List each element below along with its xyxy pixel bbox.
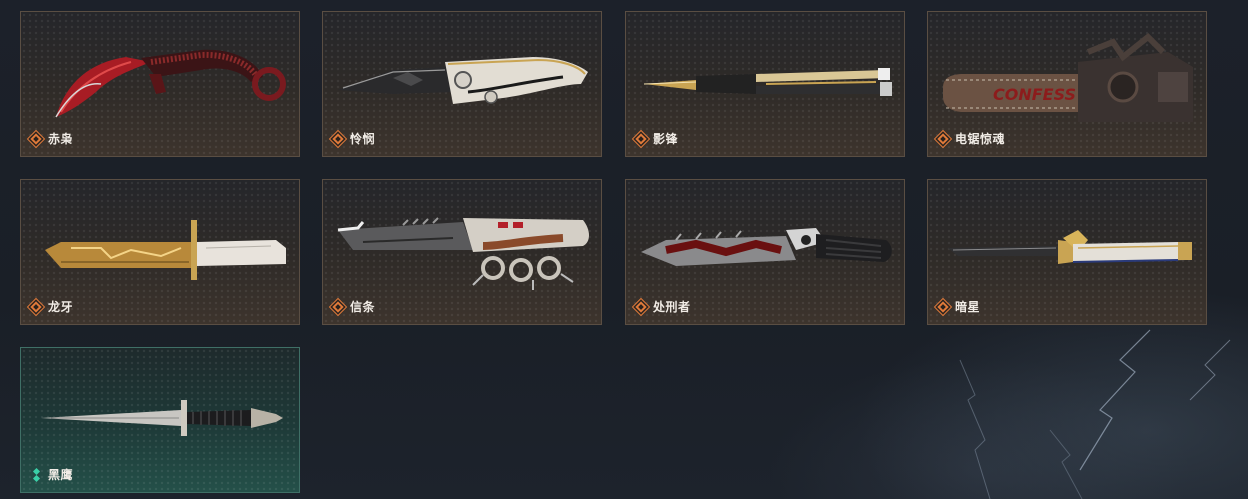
item-label: 赤枭	[30, 130, 73, 147]
item-name: 龙牙	[48, 300, 74, 314]
karambit-knife-icon	[55, 49, 286, 118]
stiletto-knife-icon	[948, 230, 1192, 264]
rarity-orange-icon	[332, 300, 344, 313]
bayonet-knife-icon	[45, 220, 286, 280]
item-label: 龙牙	[30, 298, 73, 315]
item-label: 处刑者	[635, 298, 691, 315]
rarity-orange-icon	[937, 300, 949, 313]
knife-card-7[interactable]: 处刑者	[625, 179, 905, 325]
item-name: 影锋	[653, 132, 679, 146]
folding-knife-icon	[338, 57, 588, 104]
butterfly-knife-icon	[643, 68, 892, 96]
item-name: 赤枭	[48, 132, 74, 146]
knife-card-5[interactable]: 龙牙	[20, 179, 300, 325]
rarity-orange-icon	[635, 132, 647, 145]
knife-collection-screen: 赤枭 怜悯 影锋 CONFESS 电锯惊魂 龙牙 信条 处刑者 暗星 黑鹰	[0, 0, 1248, 499]
item-label: 信条	[332, 298, 375, 315]
item-label: 影锋	[635, 130, 678, 147]
knuckle-knife-icon	[337, 217, 589, 290]
knife-card-4[interactable]: CONFESS 电锯惊魂	[927, 11, 1207, 157]
executioner-knife-icon	[641, 228, 892, 266]
item-name: 怜悯	[350, 132, 376, 146]
rarity-orange-icon	[30, 132, 42, 145]
item-name: 信条	[350, 300, 376, 314]
item-name: 电锯惊魂	[955, 132, 1006, 146]
svg-text:CONFESS: CONFESS	[993, 85, 1076, 104]
item-label: 电锯惊魂	[937, 130, 1005, 147]
item-name: 暗星	[955, 300, 981, 314]
knife-card-6[interactable]: 信条	[322, 179, 602, 325]
knife-card-1[interactable]: 赤枭	[20, 11, 300, 157]
rarity-orange-icon	[937, 132, 949, 145]
knife-card-9[interactable]: 黑鹰	[20, 347, 300, 493]
rarity-orange-icon	[332, 132, 344, 145]
item-label: 暗星	[937, 298, 980, 315]
combat-dagger-icon	[41, 400, 283, 436]
rarity-orange-icon	[30, 300, 42, 313]
rarity-orange-icon	[635, 300, 647, 313]
rarity-teal-icon	[30, 467, 42, 482]
item-label: 怜悯	[332, 130, 375, 147]
item-name: 处刑者	[653, 300, 691, 314]
chainsaw-icon: CONFESS	[943, 32, 1193, 122]
knife-card-8[interactable]: 暗星	[927, 179, 1207, 325]
item-name: 黑鹰	[48, 468, 74, 482]
knife-card-3[interactable]: 影锋	[625, 11, 905, 157]
item-label: 黑鹰	[30, 466, 73, 483]
knife-card-2[interactable]: 怜悯	[322, 11, 602, 157]
